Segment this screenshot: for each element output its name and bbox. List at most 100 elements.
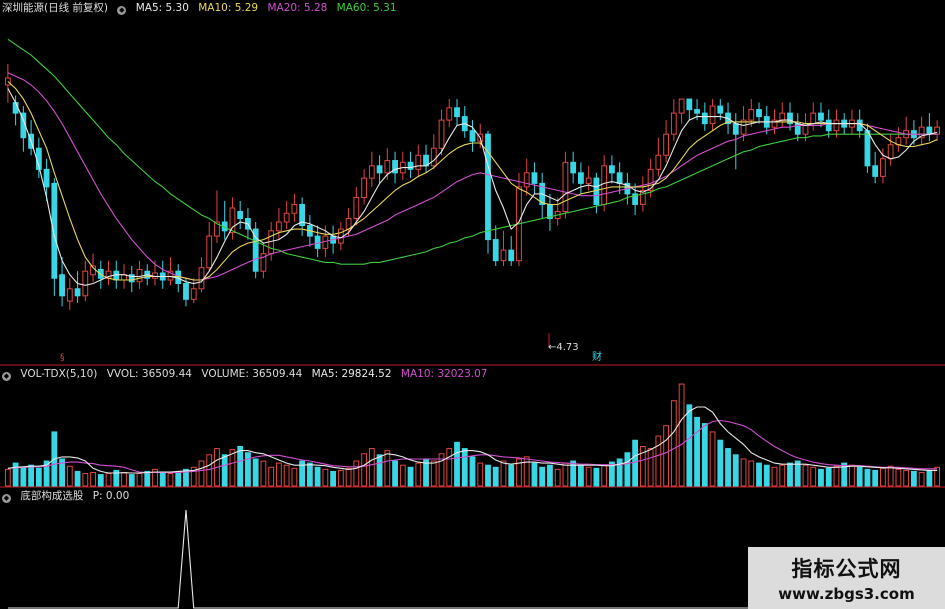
candle-body-down — [825, 119, 832, 132]
candle — [686, 98, 693, 121]
candle-body-up — [283, 212, 290, 223]
candle-body-up — [82, 270, 89, 297]
volume-bar-down — [539, 466, 546, 487]
candle-body-up — [353, 196, 360, 220]
candle-body-down — [818, 112, 824, 121]
volume-bar-up — [206, 454, 213, 487]
candle — [492, 225, 499, 266]
candle — [74, 271, 81, 303]
low-price-label: ←4.73 — [548, 342, 579, 353]
volume-bar-down — [624, 452, 631, 487]
volume-panel — [4, 383, 941, 487]
volume-bar-down — [864, 468, 871, 487]
volume-bar-up — [415, 462, 422, 487]
candle-body-up — [523, 172, 530, 188]
candle — [368, 151, 375, 187]
volume-bar-down — [237, 445, 244, 487]
low-price-marker: ←4.73 — [548, 333, 579, 353]
volume-bar-up — [740, 458, 747, 487]
candle-body-up — [810, 112, 817, 125]
candle-body-up — [833, 119, 840, 132]
volume-bar-up — [82, 473, 89, 487]
candle — [136, 260, 143, 289]
ma10-line — [7, 81, 938, 281]
candle — [299, 197, 306, 237]
candle — [82, 260, 89, 302]
candle-body-down — [926, 126, 933, 135]
volume-bar-up — [90, 471, 96, 487]
volume-bar-down — [20, 466, 27, 487]
candle — [810, 102, 817, 131]
volume-bar-down — [686, 404, 693, 487]
candle — [655, 137, 662, 177]
volume-bar-down — [787, 462, 793, 487]
candle-body-down — [407, 161, 414, 170]
stock-title: 深圳能源(日线 前复权) — [2, 2, 109, 14]
volume-bar-up — [562, 462, 569, 487]
candle-body-up — [601, 165, 608, 205]
volume-bar-down — [856, 466, 863, 487]
candle — [392, 151, 398, 184]
candle-body-up — [415, 154, 422, 170]
candle — [632, 183, 639, 215]
candle-body-up — [585, 177, 592, 184]
candle — [918, 116, 925, 145]
candle-body-up — [361, 177, 367, 198]
candle — [578, 162, 584, 194]
candle-body-down — [469, 130, 476, 142]
volume-bar-up — [771, 466, 778, 487]
candle-body-up — [709, 105, 716, 125]
candle-body-down — [686, 98, 693, 111]
candle — [670, 99, 677, 142]
candle — [895, 127, 902, 152]
candle — [43, 158, 50, 201]
settings-chip-icon[interactable]: ◆ — [2, 494, 11, 503]
settings-chip-icon[interactable]: ◆ — [117, 6, 127, 15]
volume-bar-up — [670, 400, 677, 487]
candle — [237, 200, 244, 230]
volume-bar-down — [701, 423, 708, 487]
candle-body-up — [190, 288, 197, 300]
volume-bar-down — [547, 464, 553, 487]
candle-body-up — [500, 249, 507, 262]
volume-bar-up — [678, 383, 685, 487]
indicator-panel-header: ◆ 底部构成选股 P: 0.00 — [2, 489, 135, 503]
candle — [252, 222, 259, 279]
candle — [276, 207, 282, 240]
settings-chip-icon[interactable]: ◆ — [2, 372, 11, 381]
volume-bar-down — [725, 448, 731, 487]
candle — [361, 169, 367, 205]
volume-bar-up — [523, 456, 530, 487]
candle-body-up — [887, 144, 894, 160]
volume-bar-down — [461, 448, 468, 487]
candle — [554, 197, 561, 226]
volume-bar-up — [399, 464, 406, 487]
candle — [66, 278, 73, 310]
watermark-title: 指标公式网 — [791, 557, 902, 581]
volume-bar-down — [616, 458, 623, 487]
vol-ma10-legend: MA10: 32023.07 — [400, 368, 488, 380]
candle-body-up — [229, 207, 236, 234]
candle — [105, 260, 112, 286]
candle — [283, 200, 290, 230]
event-marker-right: 财 — [592, 350, 602, 363]
indicator-name: 底部构成选股 — [20, 490, 84, 502]
volume-bar-up — [554, 468, 561, 487]
ma10-legend: MA10: 5.29 — [198, 2, 259, 14]
volume-bar-up — [446, 448, 453, 487]
candle — [872, 151, 879, 184]
candle — [291, 193, 298, 223]
candle — [616, 162, 623, 194]
volume-bar-down — [694, 416, 700, 487]
candle-body-down — [872, 165, 879, 177]
volume-bar-down — [756, 462, 762, 487]
volume-bar-up — [477, 462, 484, 487]
candle-body-up — [368, 165, 375, 179]
candle-body-down — [508, 249, 515, 262]
volume-bar-up — [353, 460, 360, 487]
volume-bar-up — [709, 431, 716, 487]
ma5-legend: MA5: 5.30 — [135, 2, 189, 14]
candle — [585, 165, 592, 191]
volume-bar-up — [361, 453, 367, 487]
candle — [376, 155, 383, 184]
